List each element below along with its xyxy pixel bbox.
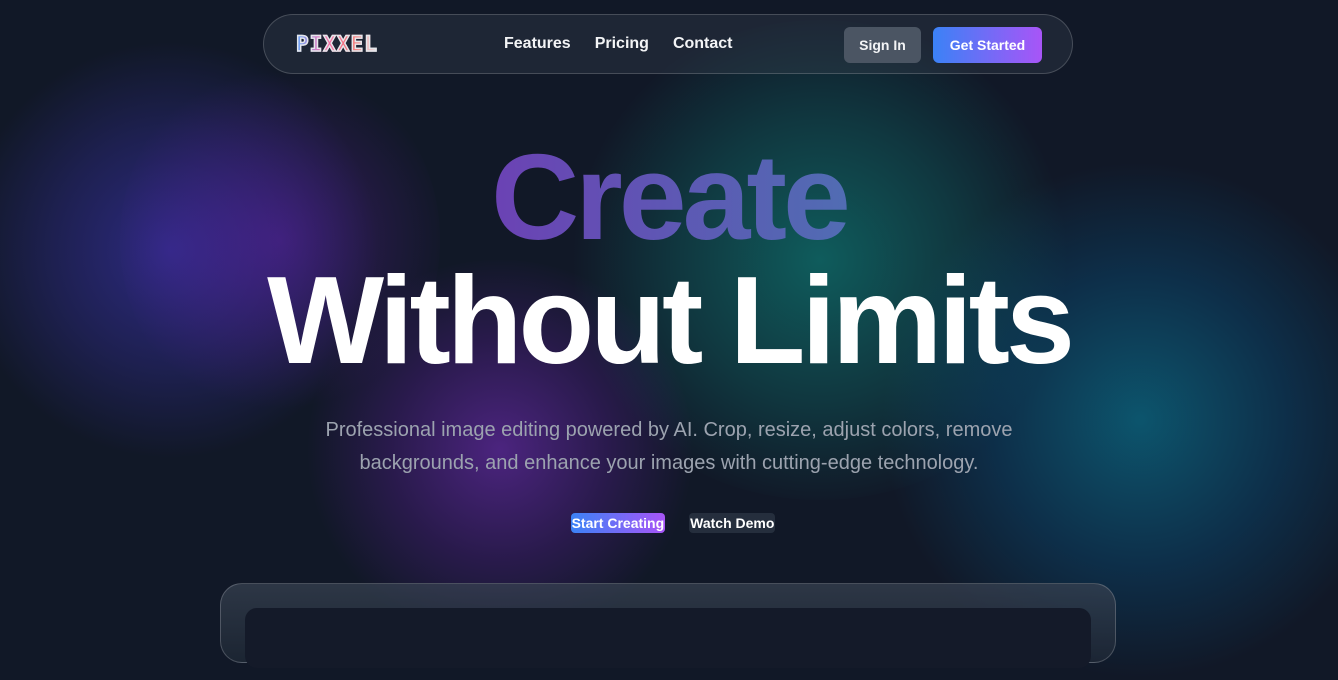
hero-subtitle-line1: Professional image editing powered by AI… — [325, 419, 1013, 441]
hero-headline-line2: Without Limits — [267, 252, 1075, 390]
sign-in-button[interactable]: Sign In — [844, 27, 921, 63]
hero-subtitle: Professional image editing powered by AI… — [269, 414, 1069, 480]
nav-link-features[interactable]: Features — [504, 35, 571, 53]
nav-link-pricing[interactable]: Pricing — [595, 35, 649, 53]
start-creating-button[interactable]: Start Creating — [570, 513, 666, 533]
nav-link-contact[interactable]: Contact — [673, 35, 733, 53]
nav-links: Features Pricing Contact — [504, 35, 733, 53]
editor-preview-panel — [220, 583, 1116, 668]
navbar: PIXXEL Features Pricing Contact Sign In … — [263, 14, 1073, 74]
watch-demo-button[interactable]: Watch Demo — [689, 513, 776, 533]
brand-logo[interactable]: PIXXEL — [295, 31, 378, 56]
hero-cta-row: Start Creating Watch Demo — [0, 513, 1338, 533]
hero-headline-line1: Create — [491, 129, 847, 265]
hero-subtitle-line2: backgrounds, and enhance your images wit… — [359, 452, 979, 474]
get-started-button[interactable]: Get Started — [933, 27, 1042, 63]
editor-preview-canvas — [245, 608, 1091, 668]
hero-headline-gradient: Create — [0, 132, 1338, 262]
